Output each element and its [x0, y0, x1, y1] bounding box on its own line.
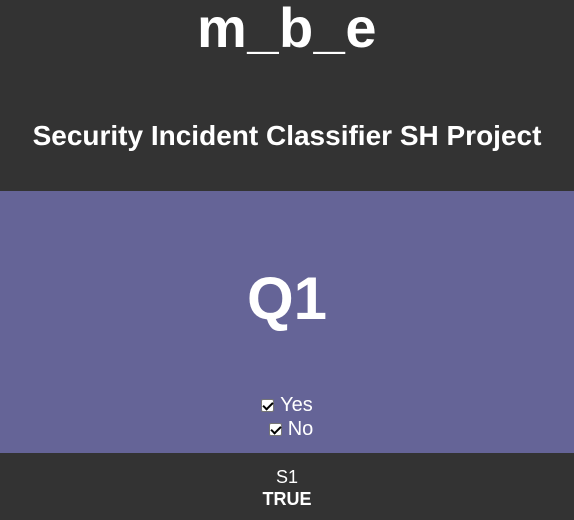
question-title: Q1 [246, 265, 328, 332]
option-yes[interactable]: Yes [0, 393, 574, 417]
page-subtitle: Security Incident Classifier SH Project [32, 120, 542, 151]
option-no-label: No [287, 418, 314, 440]
header: m_b_e Security Incident Classifier SH Pr… [0, 0, 574, 191]
option-list: Yes No [0, 393, 574, 441]
no-checkbox[interactable] [268, 422, 282, 436]
footer-value: TRUE [262, 489, 312, 509]
option-yes-label: Yes [280, 394, 313, 416]
footer: S1 TRUE [0, 453, 574, 520]
footer-label: S1 [275, 467, 299, 487]
brand-title: m_b_e [197, 0, 377, 59]
yes-checkbox[interactable] [261, 398, 275, 412]
option-no[interactable]: No [8, 417, 574, 441]
question-panel: Q1 Yes No [0, 191, 574, 453]
